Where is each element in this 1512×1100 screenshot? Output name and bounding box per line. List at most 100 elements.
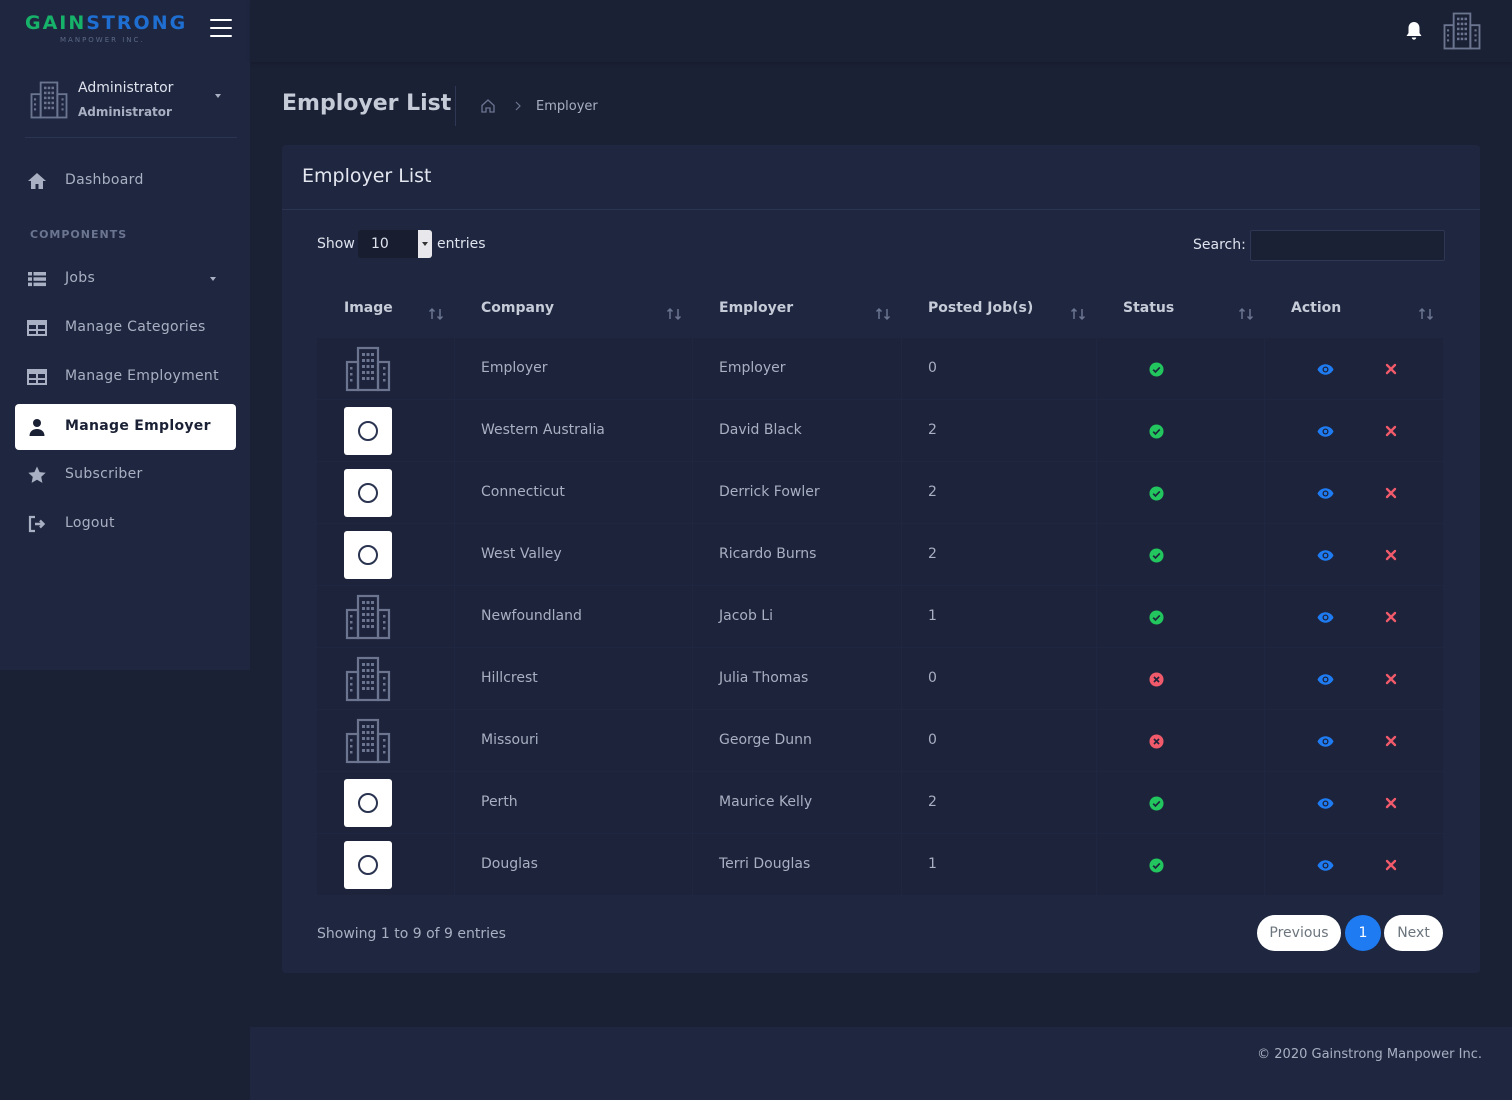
- column-separator: [454, 338, 455, 400]
- chevron-down-icon[interactable]: [215, 94, 221, 98]
- employer-name: Terri Douglas: [719, 856, 811, 872]
- sort-icon[interactable]: [1070, 306, 1086, 322]
- employer-name: David Black: [719, 422, 802, 438]
- sidebar-item-dashboard[interactable]: Dashboard: [15, 158, 236, 204]
- status-active-icon[interactable]: [1149, 610, 1164, 625]
- column-separator: [1096, 338, 1097, 400]
- column-separator: [454, 400, 455, 462]
- table-row: Connecticut Derrick Fowler 2: [317, 462, 1443, 524]
- delete-icon[interactable]: [1385, 487, 1397, 499]
- sidebar-item-manage-employer[interactable]: Manage Employer: [15, 404, 236, 450]
- previous-button[interactable]: Previous: [1257, 915, 1341, 951]
- footer: © 2020 Gainstrong Manpower Inc.: [250, 1027, 1512, 1100]
- delete-icon[interactable]: [1385, 425, 1397, 437]
- sidebar-item-manage-employment[interactable]: Manage Employment: [15, 354, 236, 400]
- search-input[interactable]: [1250, 230, 1445, 261]
- status-active-icon[interactable]: [1149, 486, 1164, 501]
- column-separator: [1264, 834, 1265, 896]
- delete-icon[interactable]: [1385, 797, 1397, 809]
- delete-icon[interactable]: [1385, 859, 1397, 871]
- entries-select[interactable]: 10: [358, 230, 432, 258]
- view-icon[interactable]: [1317, 797, 1334, 810]
- user-avatar-icon[interactable]: [1442, 10, 1482, 52]
- table-row: Missouri George Dunn 0: [317, 710, 1443, 772]
- status-active-icon[interactable]: [1149, 548, 1164, 563]
- user-profile[interactable]: Administrator Administrator: [25, 74, 237, 138]
- posted-jobs-count: 0: [928, 670, 937, 686]
- sort-icon[interactable]: [666, 306, 682, 322]
- column-separator: [1096, 648, 1097, 710]
- sidebar-item-logout[interactable]: Logout: [15, 501, 236, 547]
- column-separator: [1264, 772, 1265, 834]
- column-separator: [454, 834, 455, 896]
- page-1-button[interactable]: 1: [1345, 915, 1381, 951]
- home-icon[interactable]: [480, 98, 496, 114]
- view-icon[interactable]: [1317, 425, 1334, 438]
- status-inactive-icon[interactable]: [1149, 734, 1164, 749]
- view-icon[interactable]: [1317, 487, 1334, 500]
- table-row: Hillcrest Julia Thomas 0: [317, 648, 1443, 710]
- view-icon[interactable]: [1317, 673, 1334, 686]
- logo-mark: [358, 545, 378, 565]
- sort-icon[interactable]: [428, 306, 444, 322]
- sort-icon[interactable]: [1418, 306, 1434, 322]
- delete-icon[interactable]: [1385, 673, 1397, 685]
- column-header-image[interactable]: Image: [344, 300, 393, 316]
- posted-jobs-count: 0: [928, 360, 937, 376]
- menu-toggle-icon[interactable]: [210, 19, 232, 37]
- column-separator: [1264, 524, 1265, 586]
- column-header-posted-jobs[interactable]: Posted Job(s): [928, 300, 1033, 316]
- sidebar-item-label: Manage Employment: [65, 368, 219, 384]
- column-header-action[interactable]: Action: [1291, 300, 1341, 316]
- column-separator: [1096, 710, 1097, 772]
- delete-icon[interactable]: [1385, 611, 1397, 623]
- brand-logo[interactable]: GAINSTRONG: [25, 12, 187, 34]
- status-inactive-icon[interactable]: [1149, 672, 1164, 687]
- sidebar-item-manage-categories[interactable]: Manage Categories: [15, 305, 236, 351]
- column-separator: [1264, 586, 1265, 648]
- chevron-right-icon: [515, 101, 521, 111]
- column-header-status[interactable]: Status: [1123, 300, 1174, 316]
- view-icon[interactable]: [1317, 859, 1334, 872]
- column-header-company[interactable]: Company: [481, 300, 554, 316]
- column-separator: [1264, 462, 1265, 524]
- view-icon[interactable]: [1317, 735, 1334, 748]
- next-button[interactable]: Next: [1384, 915, 1443, 951]
- delete-icon[interactable]: [1385, 549, 1397, 561]
- sort-icon[interactable]: [875, 306, 891, 322]
- sidebar-item-jobs[interactable]: Jobs: [15, 256, 236, 302]
- sidebar-item-subscriber[interactable]: Subscriber: [15, 452, 236, 498]
- status-active-icon[interactable]: [1149, 796, 1164, 811]
- column-separator: [1264, 400, 1265, 462]
- sort-icon[interactable]: [1238, 306, 1254, 322]
- column-header-employer[interactable]: Employer: [719, 300, 793, 316]
- table-body: Employer Employer 0 Western Australia David …: [317, 338, 1443, 896]
- column-separator: [1264, 338, 1265, 400]
- status-active-icon[interactable]: [1149, 424, 1164, 439]
- delete-icon[interactable]: [1385, 735, 1397, 747]
- status-active-icon[interactable]: [1149, 858, 1164, 873]
- sidebar-item-label: Manage Employer: [65, 418, 211, 434]
- brand-area: GAINSTRONG MANPOWER INC.: [0, 0, 250, 62]
- view-icon[interactable]: [1317, 611, 1334, 624]
- column-separator: [454, 710, 455, 772]
- chevron-down-icon: [418, 230, 432, 258]
- employer-name: George Dunn: [719, 732, 812, 748]
- user-role: Administrator: [78, 105, 172, 119]
- view-icon[interactable]: [1317, 549, 1334, 562]
- company-name: Hillcrest: [481, 670, 538, 686]
- status-active-icon[interactable]: [1149, 362, 1164, 377]
- posted-jobs-count: 2: [928, 794, 937, 810]
- delete-icon[interactable]: [1385, 363, 1397, 375]
- company-name: Perth: [481, 794, 518, 810]
- sidebar-item-label: Jobs: [65, 270, 96, 286]
- column-separator: [901, 524, 902, 586]
- view-icon[interactable]: [1317, 363, 1334, 376]
- company-logo: [344, 469, 392, 517]
- page-title: Employer List: [282, 91, 452, 116]
- column-separator: [454, 772, 455, 834]
- posted-jobs-count: 2: [928, 484, 937, 500]
- bell-icon[interactable]: [1404, 20, 1424, 42]
- list-icon: [28, 272, 46, 287]
- column-separator: [1264, 648, 1265, 710]
